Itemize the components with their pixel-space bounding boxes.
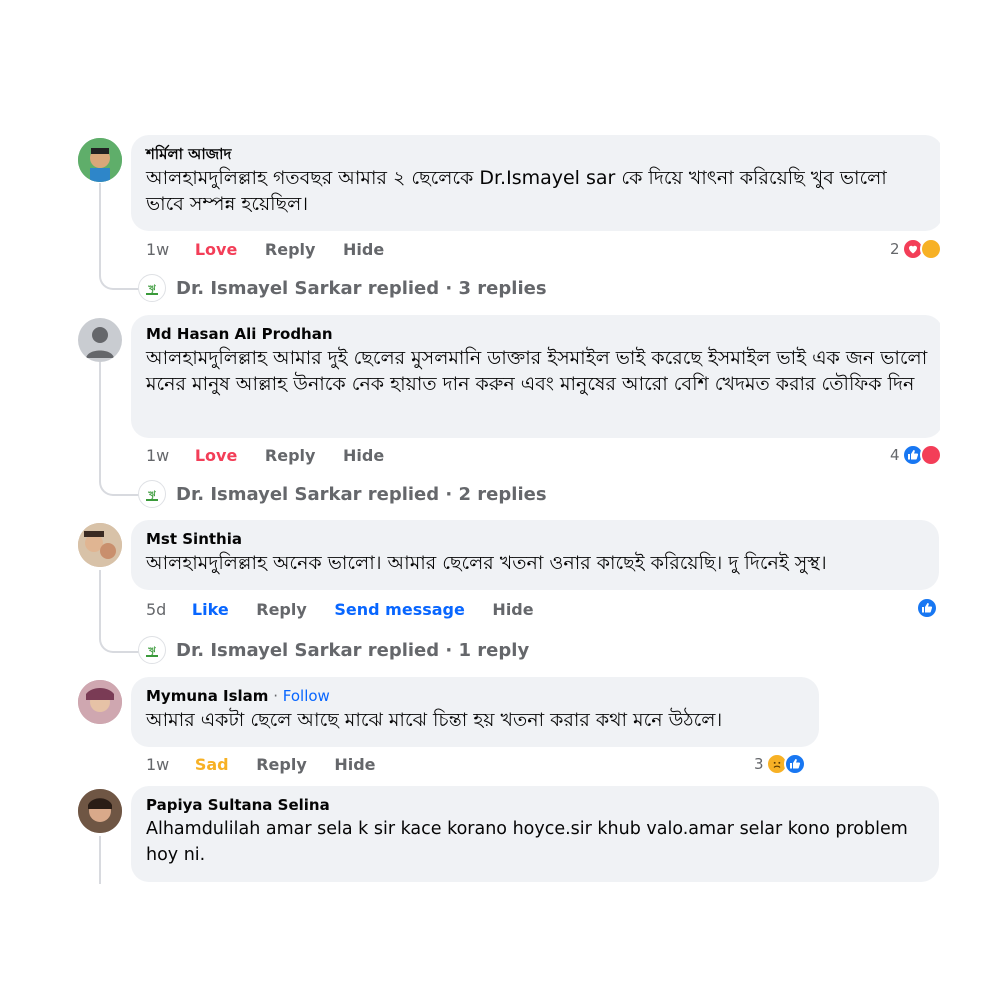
comment-time[interactable]: 5d — [146, 600, 166, 619]
comment-bubble: Md Hasan Ali Prodhan আলহামদুলিল্লাহ আমার… — [131, 315, 943, 438]
comment-author-line: Mymuna Islam · Follow — [146, 687, 805, 705]
like-icon — [783, 753, 806, 775]
comment-text: আলহামদুলিল্লাহ আমার দুই ছেলের মুসলমানি ড… — [146, 347, 928, 395]
replies-summary-text: Dr. Ismayel Sarkar replied · 2 replies — [176, 483, 547, 505]
comment-author[interactable]: Mymuna Islam — [146, 687, 268, 705]
reply-button[interactable]: Reply — [265, 240, 316, 259]
comment-author[interactable]: Md Hasan Ali Prodhan — [146, 325, 929, 343]
thread-line — [99, 183, 101, 271]
hide-button[interactable]: Hide — [334, 755, 375, 774]
reaction-count: 2 — [890, 240, 900, 258]
thread-line — [99, 362, 101, 477]
hide-button[interactable]: Hide — [343, 446, 384, 465]
reaction-summary[interactable]: 2 — [890, 238, 942, 260]
thread-line — [99, 836, 101, 884]
comment-bubble: Mst Sinthia আলহামদুলিল্লাহ অনেক ভালো। আম… — [131, 520, 939, 590]
love-reaction-button[interactable]: Love — [195, 446, 237, 465]
avatar[interactable] — [78, 680, 122, 724]
reaction-count: 3 — [754, 755, 764, 773]
reaction-summary[interactable]: 4 — [890, 444, 942, 466]
comment-time[interactable]: 1w — [146, 240, 169, 259]
hide-button[interactable]: Hide — [343, 240, 384, 259]
send-message-button[interactable]: Send message — [334, 600, 464, 619]
replier-avatar: ৠ — [138, 480, 166, 508]
thread-line — [99, 570, 101, 634]
love-icon — [919, 444, 942, 466]
hide-button[interactable]: Hide — [492, 600, 533, 619]
replier-avatar: ৠ — [138, 274, 166, 302]
replies-summary-text: Dr. Ismayel Sarkar replied · 3 replies — [176, 277, 547, 299]
comment-text: আমার একটা ছেলে আছে মাঝে মাঝে চিন্তা হয় … — [146, 709, 723, 731]
avatar[interactable] — [78, 138, 122, 182]
reaction-summary[interactable] — [914, 597, 938, 619]
reaction-count: 4 — [890, 446, 900, 464]
replier-avatar: ৠ — [138, 636, 166, 664]
comment-author[interactable]: Mst Sinthia — [146, 530, 925, 548]
replies-summary[interactable]: ৠ Dr. Ismayel Sarkar replied · 1 reply — [138, 636, 529, 664]
right-crop-mask — [940, 0, 1000, 1000]
replies-summary[interactable]: ৠ Dr. Ismayel Sarkar replied · 2 replies — [138, 480, 547, 508]
replies-summary[interactable]: ৠ Dr. Ismayel Sarkar replied · 3 replies — [138, 274, 547, 302]
haha-icon — [919, 238, 942, 260]
love-reaction-button[interactable]: Love — [195, 240, 237, 259]
comment-actions: 1w Love Reply Hide — [146, 446, 406, 466]
comment-time[interactable]: 1w — [146, 446, 169, 465]
comment-text: আলহামদুলিল্লাহ গতবছর আমার ২ ছেলেকে Dr.Is… — [146, 167, 887, 215]
comment-bubble: শর্মিলা আজাদ আলহামদুলিল্লাহ গতবছর আমার ২… — [131, 135, 943, 231]
comment-text: আলহামদুলিল্লাহ অনেক ভালো। আমার ছেলের খতন… — [146, 552, 827, 574]
comment-bubble: Mymuna Islam · Follow আমার একটা ছেলে আছে… — [131, 677, 819, 747]
comment-author[interactable]: শর্মিলা আজাদ — [146, 145, 929, 163]
avatar[interactable] — [78, 523, 122, 567]
avatar[interactable] — [78, 318, 122, 362]
comment-bubble: Papiya Sultana Selina Alhamdulilah amar … — [131, 786, 939, 882]
comment-author[interactable]: Papiya Sultana Selina — [146, 796, 925, 814]
avatar[interactable] — [78, 789, 122, 833]
thread-curve — [99, 476, 139, 496]
comment-actions: 5d Like Reply Send message Hide — [146, 600, 556, 620]
sad-reaction-button[interactable]: Sad — [195, 755, 229, 774]
reply-button[interactable]: Reply — [256, 600, 307, 619]
comment-actions: 1w Sad Reply Hide — [146, 755, 398, 775]
thread-curve — [99, 270, 139, 290]
reply-button[interactable]: Reply — [265, 446, 316, 465]
comment-text: Alhamdulilah amar sela k sir kace korano… — [146, 819, 908, 865]
like-icon — [916, 597, 938, 619]
follow-separator: · — [268, 687, 283, 705]
replies-summary-text: Dr. Ismayel Sarkar replied · 1 reply — [176, 639, 530, 661]
reaction-summary[interactable]: 3 — [754, 753, 806, 775]
comment-time[interactable]: 1w — [146, 755, 169, 774]
follow-button[interactable]: Follow — [283, 687, 330, 705]
comment-actions: 1w Love Reply Hide — [146, 240, 406, 260]
reply-button[interactable]: Reply — [256, 755, 307, 774]
thread-curve — [99, 633, 139, 653]
like-button[interactable]: Like — [192, 600, 229, 619]
